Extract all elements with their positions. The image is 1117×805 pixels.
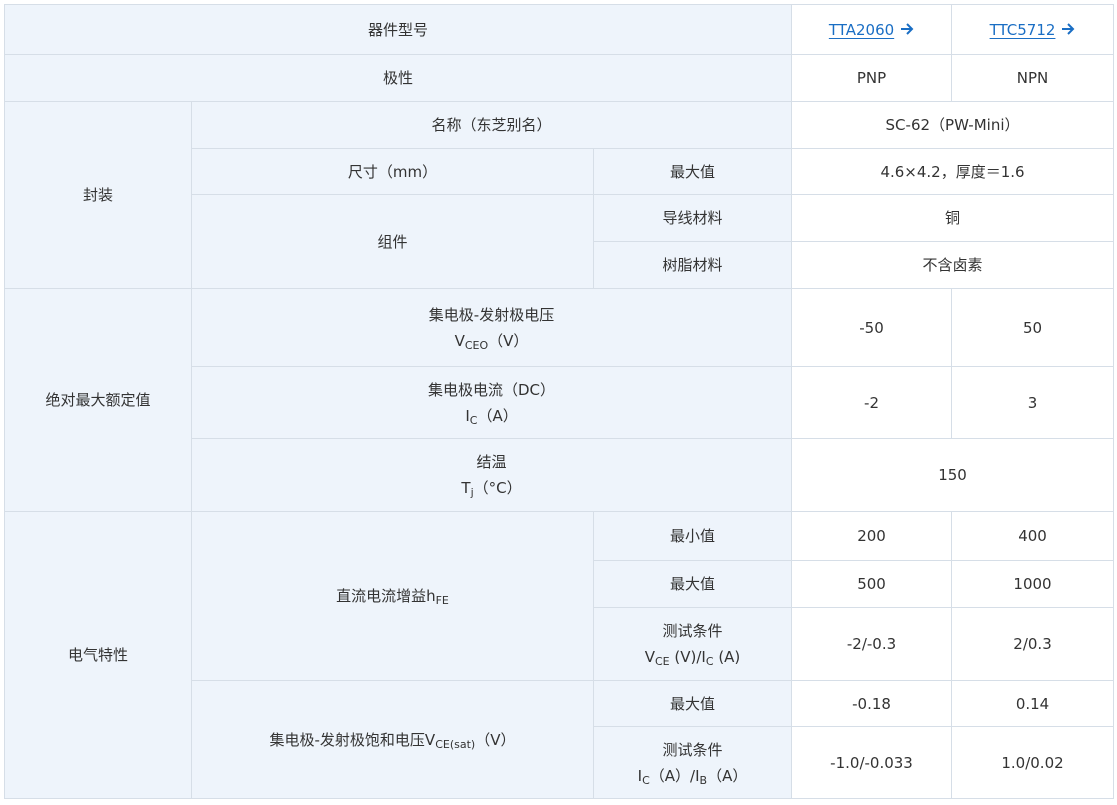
hfe-max-label: 最大值 xyxy=(592,560,793,608)
hfe-cond-cell: 测试条件 VCE (V)/IC (A) xyxy=(592,607,793,681)
vceo-pnp: -50 xyxy=(791,288,953,367)
row-package-name: 封装 名称（东芝别名） SC-62（PW-Mini） xyxy=(4,101,1115,289)
package-component-label: 组件 xyxy=(191,194,594,289)
row-vceo: 绝对最大额定值 集电极-发射极电压 VCEO（V） -50 50 xyxy=(4,288,1115,512)
package-resin-value: 不含卤素 xyxy=(791,241,1115,289)
vcesat-label-cell: 集电极-发射极饱和电压VCE(sat)（V） xyxy=(191,680,594,799)
vcesat-cond-npn: 1.0/0.02 xyxy=(951,726,1115,799)
package-label: 封装 xyxy=(4,101,192,289)
hfe-cond-formula: VCE (V)/IC (A) xyxy=(644,648,741,668)
hfe-max-pnp: 500 xyxy=(791,560,953,608)
tj-value: 150 xyxy=(791,438,1115,512)
hfe-min-label: 最小值 xyxy=(592,511,793,561)
pnp-part-text: TTA2060 xyxy=(828,20,895,39)
polarity-npn: NPN xyxy=(951,54,1115,102)
npn-part-text: TTC5712 xyxy=(989,20,1056,39)
tj-symbol: Tj（°C） xyxy=(461,479,522,499)
npn-part-link[interactable]: TTC5712 xyxy=(990,21,1056,39)
ic-symbol: IC（A） xyxy=(465,406,518,427)
hfe-min-npn: 400 xyxy=(951,511,1115,561)
row-model: 器件型号 TTA2060 TTC5712 xyxy=(3,4,1115,55)
polarity-label: 极性 xyxy=(3,54,793,102)
hfe-max-npn: 1000 xyxy=(951,560,1115,608)
polarity-pnp: PNP xyxy=(791,54,953,102)
vcesat-max-npn: 0.14 xyxy=(951,680,1115,727)
row-hfe-min: 电气特性 直流电流增益hFE 最小值 200 400 xyxy=(4,511,1115,799)
vceo-label: 集电极-发射极电压 xyxy=(428,305,555,324)
vcesat-cond-cell: 测试条件 IC（A）/IB（A） xyxy=(592,726,793,799)
hfe-label-cell: 直流电流增益hFE xyxy=(191,511,594,681)
vcesat-cond-pnp: -1.0/-0.033 xyxy=(791,726,953,799)
package-name-value: SC-62（PW-Mini） xyxy=(791,101,1115,149)
arrow-right-icon[interactable] xyxy=(900,22,914,35)
ic-label-cell: 集电极电流（DC） IC（A） xyxy=(190,366,793,439)
ic-label: 集电极电流（DC） xyxy=(427,380,556,399)
vcesat-cond-formula: IC（A）/IB（A） xyxy=(637,766,748,787)
vceo-npn: 50 xyxy=(951,288,1115,367)
pnp-part-cell: TTA2060 xyxy=(791,4,953,55)
ic-npn: 3 xyxy=(951,366,1115,439)
ic-pnp: -2 xyxy=(791,366,953,439)
hfe-min-pnp: 200 xyxy=(791,511,953,561)
hfe-cond-label: 测试条件 xyxy=(662,622,723,640)
tj-label-cell: 结温 Tj（°C） xyxy=(190,438,793,512)
vcesat-max-label: 最大值 xyxy=(592,680,793,727)
vcesat-cond-label: 测试条件 xyxy=(662,740,723,759)
package-lead-label: 导线材料 xyxy=(592,194,793,242)
package-resin-label: 树脂材料 xyxy=(592,241,793,289)
model-label: 器件型号 xyxy=(3,4,793,55)
hfe-cond-npn: 2/0.3 xyxy=(951,607,1115,681)
spec-table: 器件型号 TTA2060 TTC5712 极性 PNP NPN 封装 名称（东芝… xyxy=(3,4,1115,799)
arrow-right-icon[interactable] xyxy=(1061,22,1075,35)
pnp-part-link[interactable]: TTA2060 xyxy=(829,21,894,39)
package-size-label: 尺寸（mm） xyxy=(191,148,594,195)
vceo-label-cell: 集电极-发射极电压 VCEO（V） xyxy=(190,288,793,367)
package-size-value: 4.6×4.2，厚度＝1.6 xyxy=(791,148,1115,195)
tj-label: 结温 xyxy=(476,453,507,471)
electrical-label: 电气特性 xyxy=(4,511,192,799)
vcesat-max-pnp: -0.18 xyxy=(791,680,953,727)
abs-max-label: 绝对最大额定值 xyxy=(4,288,192,512)
package-name-label: 名称（东芝别名） xyxy=(190,101,793,149)
package-size-sub: 最大值 xyxy=(592,148,793,195)
vceo-symbol: VCEO（V） xyxy=(454,331,529,352)
package-lead-value: 铜 xyxy=(791,194,1115,242)
row-polarity: 极性 PNP NPN xyxy=(3,54,1115,102)
hfe-cond-pnp: -2/-0.3 xyxy=(791,607,953,681)
npn-part-cell: TTC5712 xyxy=(951,4,1115,55)
